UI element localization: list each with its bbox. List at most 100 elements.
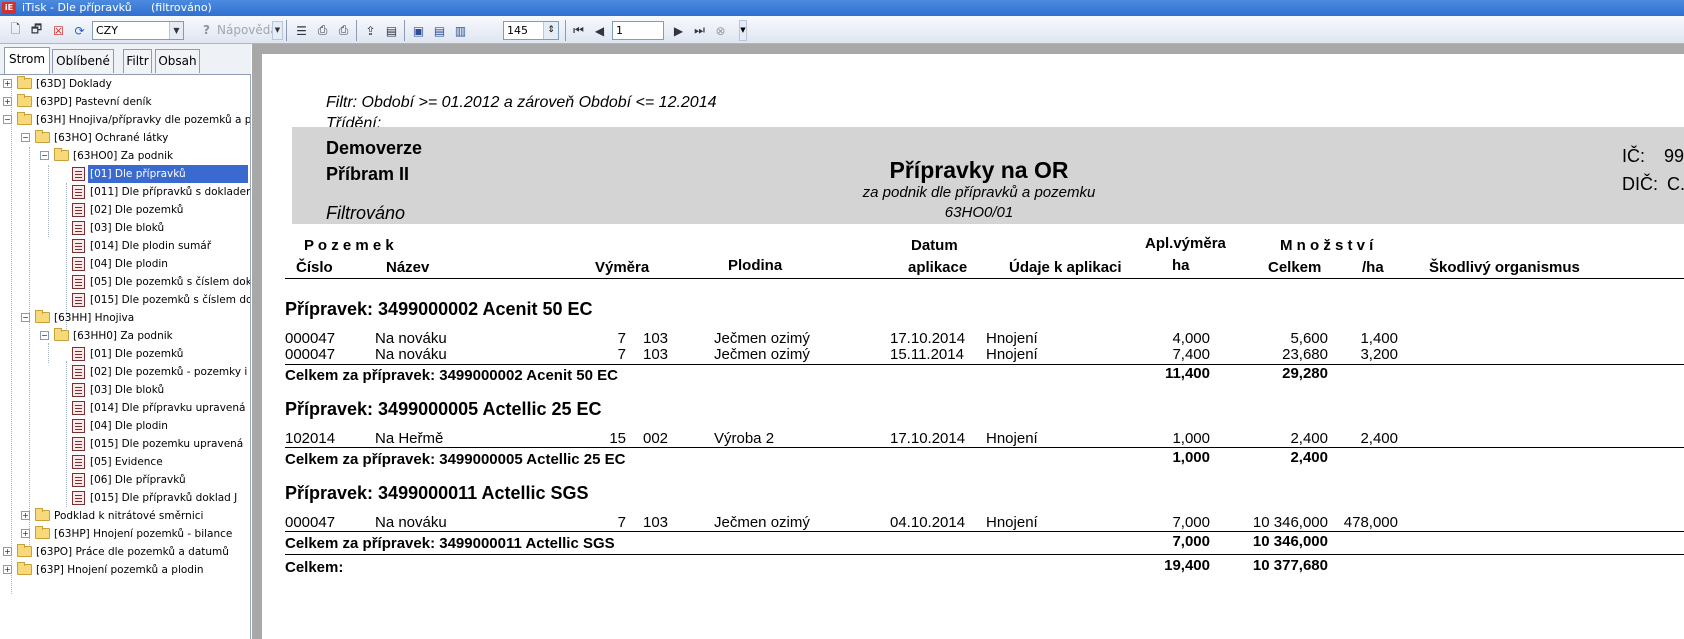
zoom-whole-page-icon[interactable]: ▣ xyxy=(410,22,427,39)
cell-cislo: 000047 xyxy=(285,514,336,531)
tree-view-icon[interactable]: ☰ xyxy=(293,22,310,39)
cell-nazev: Na nováku xyxy=(375,330,447,347)
tab-strom[interactable]: Strom xyxy=(4,47,50,74)
help-label: Nápověda xyxy=(217,23,278,37)
cell-udaje: Hnojení xyxy=(986,330,1038,347)
report-icon xyxy=(72,185,85,199)
col-udaje: Údaje k aplikaci xyxy=(1009,259,1122,276)
page-setup-icon[interactable]: ▤ xyxy=(383,22,400,39)
col-skodlivy: Škodlivý organismus xyxy=(1429,259,1580,276)
ic-value: 99 xyxy=(1664,146,1684,166)
folder-icon xyxy=(17,544,32,557)
cell-datum: 17.10.2014 xyxy=(890,330,966,347)
report-preview-area[interactable]: Filtr: Období >= 01.2012 a zároveň Obdob… xyxy=(252,44,1684,639)
toolbar-overflow-icon[interactable]: ▼ xyxy=(739,20,747,41)
expand-icon[interactable]: + xyxy=(3,97,12,106)
collapse-icon[interactable]: − xyxy=(21,133,30,142)
subtotal-ha: 1,000 xyxy=(1172,449,1210,466)
cell-ha: 7,000 xyxy=(1172,514,1210,531)
open-settings-icon[interactable]: 🗗 xyxy=(28,22,45,39)
export-icon[interactable]: ⇪ xyxy=(362,22,379,39)
delete-icon[interactable]: ☒ xyxy=(50,22,67,39)
expand-icon[interactable]: + xyxy=(3,547,12,556)
stop-icon[interactable]: ⊗ xyxy=(712,22,729,39)
next-page-icon[interactable]: ▶ xyxy=(670,22,687,39)
expand-icon[interactable]: + xyxy=(3,565,12,574)
report-icon xyxy=(72,473,85,487)
cell-nazev: Na nováku xyxy=(375,514,447,531)
subtotal-label: Celkem za přípravek: 3499000002 Acenit 5… xyxy=(285,367,618,384)
toolbar: 🗋 🗗 ☒ ⟳ CZY ▼ ? Nápověda ▼ ☰ ⎙ ⎙ ⇪ ▤ ▣ ▤ … xyxy=(0,16,1684,44)
cell-cislo: 102014 xyxy=(285,430,336,447)
new-document-icon[interactable]: 🗋 xyxy=(7,22,24,39)
language-select-value: CZY xyxy=(96,24,118,37)
toolbar-separator xyxy=(404,20,405,41)
cell-perha: 3,200 xyxy=(1360,346,1398,363)
report-branch: Příbram II xyxy=(326,164,410,184)
tree-node-label: [63HO0] Za podnik xyxy=(73,150,174,162)
page-number-value: 1 xyxy=(616,24,623,37)
app-icon: iE xyxy=(2,2,16,14)
folder-icon xyxy=(17,94,32,107)
collapse-icon[interactable]: − xyxy=(21,313,30,322)
tree-node-label: [63HH] Hnojiva xyxy=(54,312,135,324)
zoom-spinner-icon[interactable]: ⇕ xyxy=(543,22,558,39)
tree-node-label: Podklad k nitrátové směrnici xyxy=(54,510,204,522)
cell-celkem: 10 346,000 xyxy=(1252,514,1328,531)
collapse-icon[interactable]: − xyxy=(3,115,12,124)
collapse-icon[interactable]: − xyxy=(40,331,49,340)
print-icon[interactable]: ⎙ xyxy=(314,22,331,39)
tree-node-label: [63D] Doklady xyxy=(36,78,112,90)
previous-page-icon[interactable]: ◀ xyxy=(591,22,608,39)
language-select[interactable]: CZY ▼ xyxy=(92,21,184,40)
folder-icon xyxy=(35,310,50,323)
cell-udaje: Hnojení xyxy=(986,346,1038,363)
tree-node-label: [63PD] Pastevní deník xyxy=(36,96,152,108)
expand-icon[interactable]: + xyxy=(21,529,30,538)
report-code: 63HO0/01 xyxy=(944,204,1014,221)
cell-ha: 1,000 xyxy=(1172,430,1210,447)
chevron-down-icon[interactable]: ▼ xyxy=(169,22,183,39)
subtotal-celkem: 2,400 xyxy=(1290,449,1328,466)
chevron-down-icon[interactable]: ▼ xyxy=(272,21,283,40)
subtotal-rule xyxy=(285,364,1684,365)
report-icon xyxy=(72,275,85,289)
tab-oblibene[interactable]: Oblíbené xyxy=(52,49,114,73)
report-title: Přípravky na OR xyxy=(889,157,1069,183)
last-page-icon[interactable]: ⏭ xyxy=(691,22,708,39)
tree-node-label: [014] Dle přípravku upravená xyxy=(90,402,246,414)
report-subtitle: za podnik dle přípravků a pozemku xyxy=(862,184,1096,201)
group-heading: Přípravek: 3499000011 Actellic SGS xyxy=(285,483,589,503)
tab-filtr[interactable]: Filtr xyxy=(123,49,152,73)
collapse-icon[interactable]: − xyxy=(40,151,49,160)
tree-node-label: [015] Dle pozemků s číslem dok xyxy=(90,294,250,306)
expand-icon[interactable]: + xyxy=(21,511,30,520)
question-icon: ? xyxy=(203,23,210,37)
print-setup-icon[interactable]: ⎙ xyxy=(335,22,352,39)
toolbar-separator xyxy=(356,20,357,41)
folder-icon xyxy=(17,76,32,89)
navigation-panel: Strom Oblíbené Filtr Obsah + [63D] Doklad… xyxy=(0,44,251,639)
cell-perha: 1,400 xyxy=(1360,330,1398,347)
cell-celkem: 5,600 xyxy=(1290,330,1328,347)
zoom-actual-size-icon[interactable]: ▥ xyxy=(452,22,469,39)
tree-node-label: [02] Dle pozemků - pozemky i be xyxy=(90,366,250,378)
expand-icon[interactable]: + xyxy=(3,79,12,88)
report-icon xyxy=(72,257,85,271)
tree-node-label: [011] Dle přípravků s dokladem xyxy=(90,186,250,198)
tab-obsah[interactable]: Obsah xyxy=(155,49,200,73)
tree-node-selected[interactable]: [01] Dle přípravků xyxy=(0,165,250,183)
cell-cislo: 000047 xyxy=(285,330,336,347)
zoom-page-width-icon[interactable]: ▤ xyxy=(431,22,448,39)
refresh-icon[interactable]: ⟳ xyxy=(71,22,88,39)
first-page-icon[interactable]: ⏮ xyxy=(570,22,587,39)
dic-label: DIČ: xyxy=(1622,174,1658,194)
subtotal-label: Celkem za přípravek: 3499000011 Actellic… xyxy=(285,535,615,552)
page-number-field[interactable]: 1 xyxy=(612,21,664,40)
tree-node-label: [01] Dle pozemků xyxy=(90,348,184,360)
tree-node-label: [01] Dle přípravků xyxy=(88,165,248,183)
help-button[interactable]: ? Nápověda ▼ xyxy=(203,21,283,40)
cell-vymera: 7 xyxy=(617,514,626,531)
panel-tabs: Strom Oblíbené Filtr Obsah xyxy=(0,44,251,74)
zoom-field[interactable]: 145 ⇕ xyxy=(503,21,559,40)
